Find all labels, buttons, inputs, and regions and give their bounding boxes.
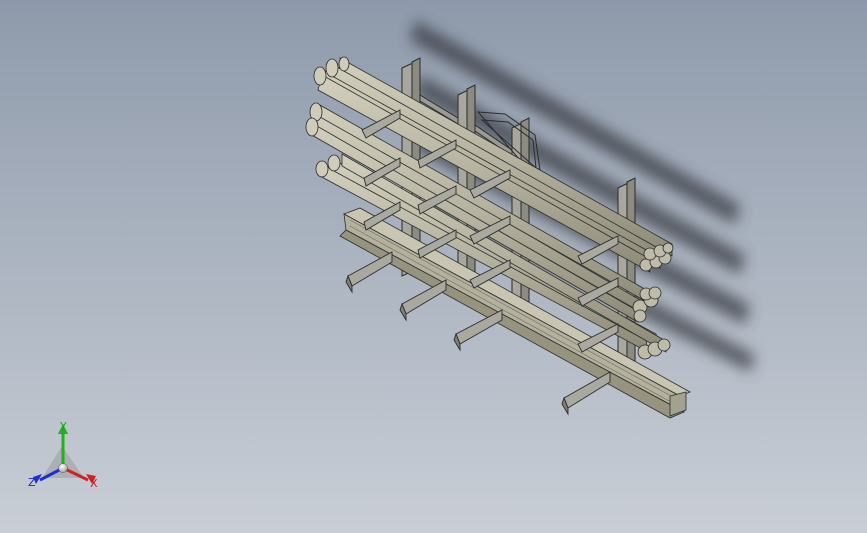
triad-origin: [58, 463, 68, 473]
model-canvas[interactable]: Y X Z: [0, 0, 867, 533]
view-triad[interactable]: Y X Z: [28, 420, 98, 490]
y-axis-label: Y: [59, 420, 67, 433]
z-axis-label: Z: [28, 476, 36, 489]
x-axis-label: X: [90, 477, 98, 490]
3d-viewport[interactable]: Y X Z: [0, 0, 867, 533]
